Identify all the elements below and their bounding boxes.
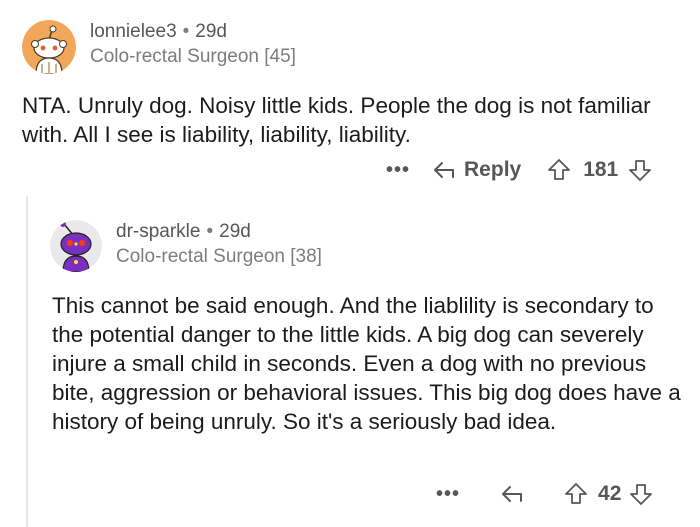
more-options-button[interactable]: ••• xyxy=(436,483,460,506)
vote-count: 42 xyxy=(598,482,622,505)
downvote-icon[interactable] xyxy=(628,158,652,182)
comment-meta: dr-sparkle • 29d Colo-rectal Surgeon [38] xyxy=(116,220,322,270)
user-flair: Colo-rectal Surgeon [45] xyxy=(90,46,296,67)
comment-actions-2: ••• 42 xyxy=(436,482,653,506)
user-flair: Colo-rectal Surgeon [38] xyxy=(116,246,322,267)
avatar[interactable] xyxy=(22,20,76,74)
comment-header-1: lonnielee3 • 29d Colo-rectal Surgeon [45] xyxy=(22,20,296,74)
comment-thread: lonnielee3 • 29d Colo-rectal Surgeon [45] … xyxy=(0,0,700,527)
username[interactable]: lonnielee3 xyxy=(90,21,177,42)
avatar[interactable] xyxy=(50,220,102,272)
username[interactable]: dr-sparkle xyxy=(116,221,200,242)
reply-arrow-icon[interactable] xyxy=(500,484,524,504)
comment-age: 29d xyxy=(219,221,251,242)
comment-actions-1: ••• Reply 181 xyxy=(386,158,652,182)
upvote-icon[interactable] xyxy=(564,482,588,506)
reply-button[interactable]: Reply xyxy=(432,158,521,182)
reply-arrow-icon xyxy=(432,160,456,180)
downvote-icon[interactable] xyxy=(629,482,653,506)
comment-meta: lonnielee3 • 29d Colo-rectal Surgeon [45] xyxy=(90,20,296,70)
comment-header-2: dr-sparkle • 29d Colo-rectal Surgeon [38] xyxy=(50,220,322,272)
upvote-icon[interactable] xyxy=(547,158,571,182)
comment-body: This cannot be said enough. And the liab… xyxy=(52,293,681,434)
vote-count: 181 xyxy=(583,158,619,181)
comment-age: 29d xyxy=(195,21,227,42)
meta-separator: • xyxy=(182,21,190,42)
thread-line[interactable] xyxy=(26,196,28,527)
meta-separator: • xyxy=(206,221,214,242)
more-options-button[interactable]: ••• xyxy=(386,159,410,182)
comment-body: NTA. Unruly dog. Noisy little kids. Peop… xyxy=(22,93,651,147)
reply-label: Reply xyxy=(464,158,522,181)
